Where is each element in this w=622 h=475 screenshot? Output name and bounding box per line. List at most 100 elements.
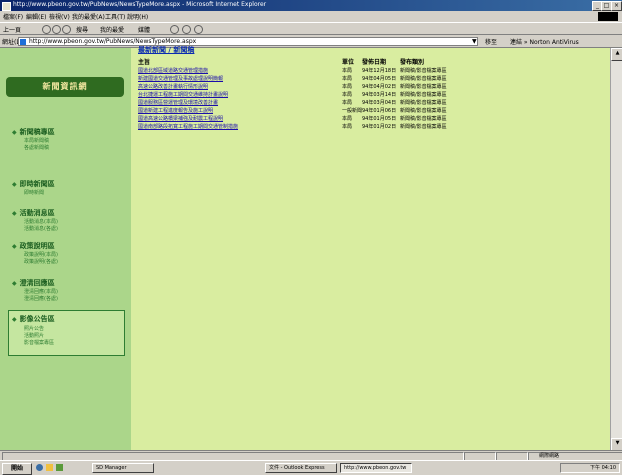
row-title[interactable]: 高速公路改善計畫執行情形說明 bbox=[138, 83, 208, 90]
nav-sub-policy-2[interactable]: 政策說明(各處) bbox=[24, 258, 58, 265]
row-category: 新聞稿/影音檔案專區 bbox=[400, 76, 447, 82]
vertical-scrollbar[interactable]: ▲ ▼ bbox=[610, 48, 622, 451]
nav-sub-press-2[interactable]: 各處新聞稿 bbox=[24, 144, 49, 151]
nav-head-events[interactable]: 活動消息區 bbox=[12, 208, 55, 218]
table-row: 高速公路改善計畫執行情形說明 本局 94年04月02日 新聞稿/影音檔案專區 bbox=[138, 83, 518, 90]
nav-sub-media-2[interactable]: 活動照片 bbox=[24, 332, 44, 339]
row-unit: 本局 bbox=[342, 84, 353, 90]
menu-bar: 檔案(F) 編輯(E) 檢視(V) 我的最愛(A) 工具(T) 說明(H) bbox=[0, 11, 622, 22]
row-unit: 一般新聞 bbox=[342, 108, 363, 114]
system-tray: 下午 04:10 bbox=[560, 463, 620, 473]
row-category: 新聞稿/影音檔案專區 bbox=[400, 100, 447, 106]
scroll-up-icon[interactable]: ▲ bbox=[611, 48, 622, 61]
row-date: 94年04月05日 bbox=[362, 76, 397, 82]
task-sd-manager[interactable]: SD Manager bbox=[92, 463, 154, 473]
row-date: 94年12月18日 bbox=[362, 68, 397, 74]
quicklaunch-folder-icon[interactable] bbox=[46, 464, 53, 471]
window-title: http://www.pbeon.gov.tw/PubNews/NewsType… bbox=[13, 1, 267, 8]
close-button[interactable]: × bbox=[611, 1, 622, 11]
row-date: 94年03月14日 bbox=[362, 92, 397, 98]
row-title[interactable]: 國道南部路段拓寬工程施工期間交通管制措施 bbox=[138, 123, 238, 130]
start-button[interactable]: 開始 bbox=[2, 463, 32, 475]
address-input[interactable]: http://www.pbeon.gov.tw/PubNews/NewsType… bbox=[18, 37, 478, 46]
address-url: http://www.pbeon.gov.tw/PubNews/NewsType… bbox=[29, 38, 197, 45]
stop-icon[interactable] bbox=[42, 25, 51, 34]
table-row: 國道高速公路橋梁補強及耐震工程說明 本局 94年01月05日 新聞稿/影音檔案專… bbox=[138, 115, 518, 122]
nav-group-media: 影像公告區 照片公告 活動照片 影音檔案專區 bbox=[8, 310, 125, 356]
table-row: 國道北部區域道路交通管理措施 本局 94年12月18日 新聞稿/影音檔案專區 bbox=[138, 67, 518, 74]
row-category: 新聞稿/影音檔案專區 bbox=[400, 124, 447, 130]
home-icon[interactable] bbox=[62, 25, 71, 34]
sidebar: 新聞資訊網 新聞稿專區 本局新聞稿 各處新聞稿 即時新聞區 即時新聞 活動消息區… bbox=[0, 48, 131, 450]
row-category: 新聞稿/影音檔案專區 bbox=[400, 68, 447, 74]
menu-favorites[interactable]: 我的最愛(A) bbox=[72, 12, 105, 21]
quicklaunch-desktop-icon[interactable] bbox=[56, 464, 63, 471]
table-row: 台北捷運工程施工期間交通維持計畫說明 本局 94年03月14日 新聞稿/影音檔案… bbox=[138, 91, 518, 98]
task-browser[interactable]: http://www.pbeon.gov.tw bbox=[340, 463, 412, 473]
site-logo-text: 新聞資訊網 bbox=[42, 82, 88, 91]
row-date: 94年04月02日 bbox=[362, 84, 397, 90]
row-date: 94年01月02日 bbox=[362, 124, 397, 130]
nav-sub-policy-1[interactable]: 政策說明(本局) bbox=[24, 251, 58, 258]
refresh-icon[interactable] bbox=[52, 25, 61, 34]
header-category: 發布類別 bbox=[400, 59, 425, 66]
nav-head-press[interactable]: 新聞稿專區 bbox=[12, 127, 55, 137]
row-title[interactable]: 國道高速公路橋梁補強及耐震工程說明 bbox=[138, 115, 223, 122]
history-icon[interactable] bbox=[170, 25, 179, 34]
row-title[interactable]: 國道服務區營運管理及環境改善計畫 bbox=[138, 99, 218, 106]
menu-tools[interactable]: 工具(T) bbox=[105, 12, 125, 21]
print-icon[interactable] bbox=[194, 25, 203, 34]
taskbar: 開始 SD Manager 文件 - Outlook Express http:… bbox=[0, 460, 622, 475]
nav-head-clarify[interactable]: 澄清回應區 bbox=[12, 278, 55, 288]
breadcrumb[interactable]: 最新新聞 / 新聞稿 bbox=[138, 45, 194, 55]
table-row: 國道新建工程進度報告及施工說明 一般新聞 94年01月06日 新聞稿/影音檔案專… bbox=[138, 107, 518, 114]
nav-sub-events-2[interactable]: 活動消息(各處) bbox=[24, 225, 58, 232]
menu-view[interactable]: 檢視(V) bbox=[49, 12, 70, 21]
header-unit: 單位 bbox=[342, 59, 355, 66]
nav-sub-clarify-2[interactable]: 澄清回應(各處) bbox=[24, 295, 58, 302]
nav-head-policy[interactable]: 政策說明區 bbox=[12, 241, 55, 251]
header-date: 發佈日期 bbox=[362, 59, 387, 66]
row-date: 94年01月05日 bbox=[362, 116, 397, 122]
row-title[interactable]: 台北捷運工程施工期間交通維持計畫說明 bbox=[138, 91, 228, 98]
nav-sub-clarify-1[interactable]: 澄清回應(本局) bbox=[24, 288, 58, 295]
window-title-bar: http://www.pbeon.gov.tw/PubNews/NewsType… bbox=[0, 0, 622, 11]
quicklaunch-ie-icon[interactable] bbox=[36, 464, 43, 471]
table-row: 國道服務區營運管理及環境改善計畫 本局 94年03月04日 新聞稿/影音檔案專區 bbox=[138, 99, 518, 106]
address-dropdown-icon[interactable]: ▼ bbox=[472, 38, 477, 45]
windows-logo-icon bbox=[598, 12, 618, 21]
menu-file[interactable]: 檔案(F) bbox=[3, 12, 23, 21]
search-button[interactable]: 搜尋 bbox=[76, 25, 88, 34]
row-title[interactable]: 新建國道交通管理及事故處理說明簡報 bbox=[138, 75, 223, 82]
nav-sub-media-1[interactable]: 照片公告 bbox=[24, 325, 44, 332]
status-bar: 網際網路 bbox=[0, 450, 622, 461]
media-button[interactable]: 媒體 bbox=[138, 25, 150, 34]
address-bar: 網址(D) http://www.pbeon.gov.tw/PubNews/Ne… bbox=[0, 35, 622, 48]
toolbar: 上一頁 搜尋 我的最愛 媒體 bbox=[0, 22, 622, 35]
row-title[interactable]: 國道新建工程進度報告及施工說明 bbox=[138, 107, 213, 114]
row-unit: 本局 bbox=[342, 92, 353, 98]
favorites-button[interactable]: 我的最愛 bbox=[100, 25, 124, 34]
site-logo[interactable]: 新聞資訊網 bbox=[6, 77, 124, 97]
row-category: 新聞稿/影音檔案專區 bbox=[400, 116, 447, 122]
nav-sub-events-1[interactable]: 活動消息(本局) bbox=[24, 218, 58, 225]
back-button[interactable]: 上一頁 bbox=[3, 25, 21, 34]
row-unit: 本局 bbox=[342, 76, 353, 82]
row-unit: 本局 bbox=[342, 100, 353, 106]
nav-sub-instant-1[interactable]: 即時新聞 bbox=[24, 189, 44, 196]
page-icon bbox=[20, 39, 26, 45]
row-title[interactable]: 國道北部區域道路交通管理措施 bbox=[138, 67, 208, 74]
table-row: 國道南部路段拓寬工程施工期間交通管制措施 本局 94年01月02日 新聞稿/影音… bbox=[138, 123, 518, 130]
nav-head-media[interactable]: 影像公告區 bbox=[12, 314, 55, 324]
links-bar[interactable]: 連結 » Norton AntiVirus bbox=[510, 37, 579, 46]
mail-icon[interactable] bbox=[182, 25, 191, 34]
menu-edit[interactable]: 編輯(E) bbox=[26, 12, 46, 21]
menu-help[interactable]: 說明(H) bbox=[127, 12, 148, 21]
go-button[interactable]: 移至 bbox=[485, 37, 497, 46]
task-outlook[interactable]: 文件 - Outlook Express bbox=[265, 463, 337, 473]
web-page: 新聞資訊網 新聞稿專區 本局新聞稿 各處新聞稿 即時新聞區 即時新聞 活動消息區… bbox=[0, 45, 610, 450]
nav-sub-media-3[interactable]: 影音檔案專區 bbox=[24, 339, 54, 346]
nav-head-instant[interactable]: 即時新聞區 bbox=[12, 179, 55, 189]
row-category: 新聞稿/影音檔案專區 bbox=[400, 108, 447, 114]
nav-sub-press-1[interactable]: 本局新聞稿 bbox=[24, 137, 49, 144]
